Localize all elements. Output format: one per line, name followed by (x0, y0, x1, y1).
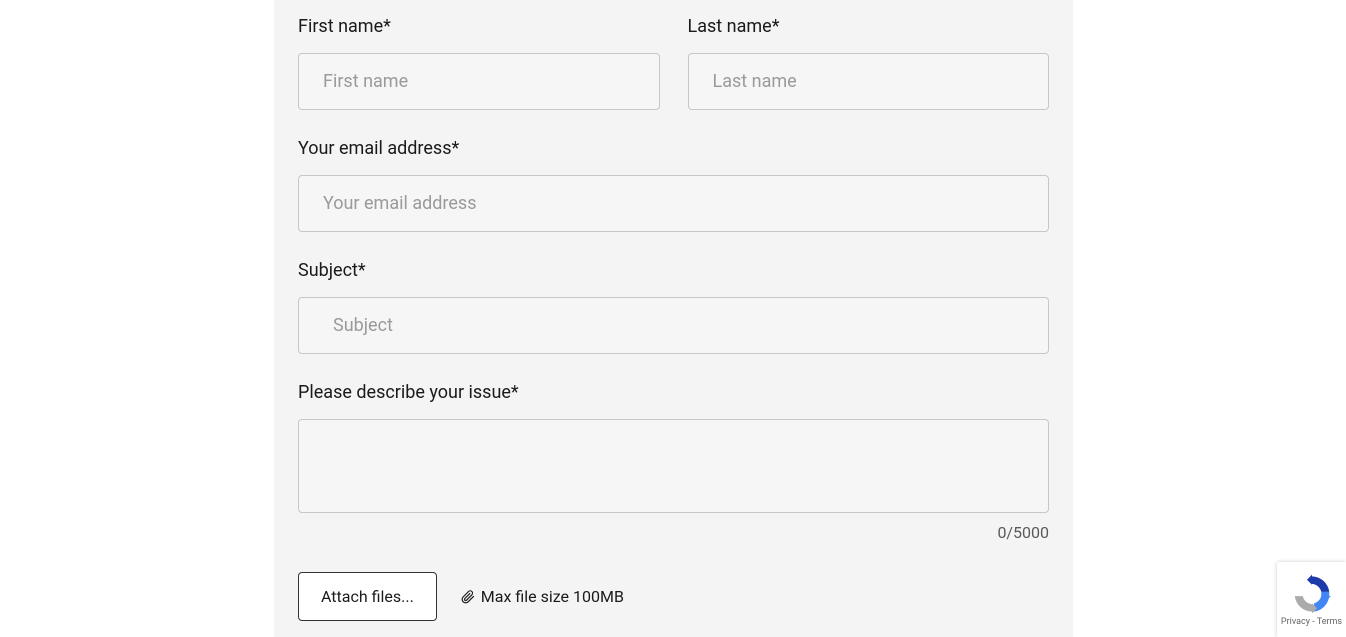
char-counter: 0/5000 (298, 523, 1049, 542)
file-size-text: Max file size 100MB (481, 587, 624, 606)
email-group: Your email address* (298, 138, 1049, 232)
subject-input[interactable] (298, 297, 1049, 354)
last-name-group: Last name* (688, 16, 1050, 110)
attach-files-button[interactable]: Attach files... (298, 572, 437, 621)
first-name-input[interactable] (298, 53, 660, 110)
description-textarea[interactable] (298, 419, 1049, 513)
subject-label: Subject* (298, 260, 1049, 281)
description-group: Please describe your issue* 0/5000 (298, 382, 1049, 542)
first-name-group: First name* (298, 16, 660, 110)
attach-row: Attach files... Max file size 100MB (298, 572, 1049, 621)
description-label: Please describe your issue* (298, 382, 1049, 403)
email-input[interactable] (298, 175, 1049, 232)
last-name-input[interactable] (688, 53, 1050, 110)
recaptcha-badge[interactable]: Privacy - Terms (1277, 562, 1346, 637)
paperclip-icon (461, 590, 475, 604)
contact-form-container: First name* Last name* Your email addres… (274, 0, 1073, 637)
last-name-label: Last name* (688, 16, 1050, 37)
file-size-note: Max file size 100MB (461, 587, 624, 606)
first-name-label: First name* (298, 16, 660, 37)
subject-group: Subject* (298, 260, 1049, 354)
recaptcha-logo-icon (1291, 573, 1333, 615)
recaptcha-links[interactable]: Privacy - Terms (1281, 617, 1342, 627)
email-label: Your email address* (298, 138, 1049, 159)
